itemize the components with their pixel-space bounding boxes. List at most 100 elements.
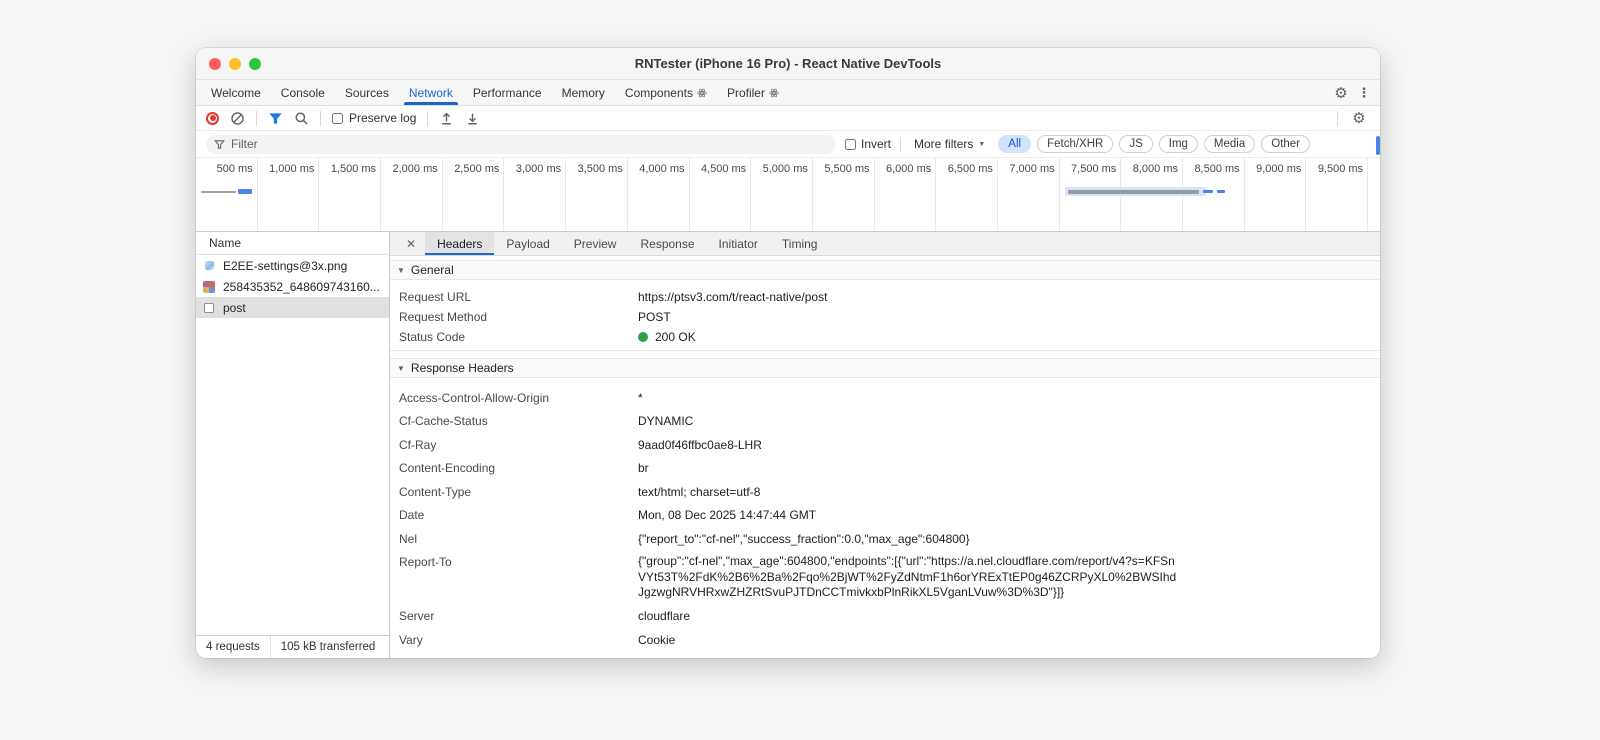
resource-type-chip[interactable]: Other (1261, 135, 1311, 153)
detail-tab[interactable]: Preview (562, 232, 629, 255)
toolbar-divider (1337, 110, 1338, 126)
timeline-tick: 2,500 ms (443, 158, 505, 231)
section-divider (390, 350, 1380, 351)
detail-tabs: Headers Payload Preview Response Initiator Ti… (425, 232, 829, 255)
detail-tab[interactable]: Payload (494, 232, 561, 255)
resource-type-chip[interactable]: JS (1119, 135, 1153, 153)
detail-tab[interactable]: Timing (770, 232, 830, 255)
headers-view: ▼ General Request URL https://ptsv3.com/… (390, 256, 1380, 658)
export-har-icon[interactable] (465, 111, 480, 126)
general-section-header[interactable]: ▼ General (390, 260, 1380, 280)
waterfall-bar-early-download[interactable] (238, 189, 252, 194)
detail-tab[interactable]: Headers (425, 232, 495, 255)
close-detail-icon[interactable]: ✕ (397, 232, 425, 255)
response-headers-section-header[interactable]: ▼ Response Headers (390, 358, 1380, 378)
waterfall-bar-late[interactable] (1068, 189, 1199, 194)
network-settings-gear-icon[interactable]: ⚙ (1348, 108, 1370, 128)
resource-type-chip[interactable]: All (998, 135, 1032, 153)
header-row: Cf-Ray 9aad0f46ffbc0ae8-LHR (399, 437, 762, 452)
header-row: Content-Encoding br (399, 461, 649, 475)
settings-gear-icon[interactable]: ⚙ (1330, 83, 1352, 103)
invert-label: Invert (861, 137, 892, 151)
detail-tab[interactable]: Response (628, 232, 706, 255)
timeline-tick: 6,500 ms (936, 158, 998, 231)
waterfall-bar-early[interactable] (201, 190, 236, 193)
main-tab[interactable]: Sources (335, 80, 399, 105)
titlebar: RNTester (iPhone 16 Pro) - React Native … (196, 48, 1380, 80)
detail-tab[interactable]: Initiator (707, 232, 770, 255)
request-row[interactable]: post (196, 297, 389, 318)
header-row: Report-To {"group":"cf-nel","max_age":60… (399, 554, 1177, 600)
record-network-log-button[interactable] (206, 111, 219, 125)
main-tab[interactable]: Memory (552, 80, 615, 105)
waterfall-bar-late-download-end[interactable] (1217, 189, 1225, 193)
timeline-tick: 4,500 ms (690, 158, 752, 231)
timeline-tick: 1,000 ms (258, 158, 320, 231)
requests-panel: Name E2EE-settings@3x.png 258435352_6486… (196, 232, 390, 658)
header-row: Access-Control-Allow-Origin * (399, 390, 643, 405)
timeline-tick: 3,500 ms (566, 158, 628, 231)
timeline-tick: 9,500 ms (1306, 158, 1369, 231)
network-status-bar: 4 requests 105 kB transferred (196, 635, 389, 658)
main-tab[interactable]: Performance (463, 80, 552, 105)
more-filters-dropdown[interactable]: More filters ▼ (910, 137, 989, 151)
react-atom-icon (769, 88, 779, 97)
response-header-rows: Access-Control-Allow-Origin * Cf-Cache-S… (390, 386, 1380, 652)
header-row: Cf-Cache-Status DYNAMIC (399, 414, 694, 428)
toolbar-divider (256, 110, 257, 126)
devtools-window: RNTester (iPhone 16 Pro) - React Native … (196, 48, 1380, 658)
more-menu-icon[interactable]: ⋮ (1356, 83, 1372, 103)
timeline-tick: 5,000 ms (751, 158, 813, 231)
disclosure-triangle-icon: ▼ (397, 265, 405, 275)
window-title: RNTester (iPhone 16 Pro) - React Native … (634, 56, 942, 71)
resource-type-chip[interactable]: Fetch/XHR (1037, 135, 1114, 153)
filter-input-funnel-icon (214, 139, 225, 149)
requests-list: E2EE-settings@3x.png 258435352_648609743… (196, 255, 389, 318)
main-tab[interactable]: Components (615, 80, 717, 105)
main-tab[interactable]: Console (271, 80, 335, 105)
main-tabbar: Welcome Console Sources Network Performa… (196, 80, 1380, 106)
status-ok-dot (638, 332, 648, 342)
filter-funnel-icon[interactable] (268, 111, 283, 126)
name-column-header[interactable]: Name (196, 232, 389, 255)
search-icon[interactable] (294, 111, 309, 126)
main-tab[interactable]: Profiler (717, 80, 789, 105)
preserve-log-label: Preserve log (349, 111, 417, 125)
timeline-tick: 2,000 ms (381, 158, 443, 231)
main-tabs: Welcome Console Sources Network Performa… (201, 80, 789, 105)
main-tab[interactable]: Network (399, 80, 463, 105)
request-count: 4 requests (206, 641, 260, 653)
filter-placeholder: Filter (231, 137, 258, 151)
react-atom-icon (697, 88, 707, 97)
resource-type-chips: All Fetch/XHR JS Img Media Other (998, 135, 1311, 153)
network-overview-timeline[interactable]: 500 ms 1,000 ms 1,500 ms 2,000 ms 2,500 ms 3,… (196, 158, 1380, 232)
import-har-icon[interactable] (439, 111, 454, 126)
waterfall-bar-late-download[interactable] (1203, 189, 1213, 193)
timeline-tick: 6,000 ms (875, 158, 937, 231)
resource-type-chip[interactable]: Img (1158, 135, 1198, 153)
chevron-down-icon: ▼ (978, 140, 986, 148)
network-toolbar-right: ⚙ (1337, 108, 1370, 128)
timeline-tick: 3,000 ms (504, 158, 567, 231)
filter-input[interactable]: Filter (206, 134, 836, 154)
timeline-tick: 500 ms (196, 158, 258, 231)
request-row[interactable]: 258435352_648609743160... (196, 276, 389, 297)
filter-divider (900, 136, 902, 152)
preserve-log-checkbox[interactable] (332, 112, 343, 124)
request-row[interactable]: E2EE-settings@3x.png (196, 255, 389, 276)
main-tab[interactable]: Welcome (201, 80, 271, 105)
clear-network-log-icon[interactable] (230, 111, 245, 126)
timeline-tick: 1,500 ms (319, 158, 382, 231)
header-row: Request Method POST (399, 310, 671, 324)
scrollbar-thumb[interactable] (1376, 136, 1380, 155)
detail-tabbar: ✕ Headers Payload Preview Response Initiator… (390, 232, 1380, 256)
timeline-tick: 5,500 ms (813, 158, 875, 231)
network-toolbar: Preserve log ⚙ (196, 106, 1380, 131)
timeline-tick: 9,000 ms (1245, 158, 1307, 231)
invert-checkbox[interactable] (845, 138, 856, 150)
header-row: Vary Cookie (399, 632, 676, 647)
timeline-tick: 7,000 ms (998, 158, 1060, 231)
resource-type-chip[interactable]: Media (1203, 135, 1256, 153)
general-rows: Request URL https://ptsv3.com/t/react-na… (390, 287, 1380, 347)
tabbar-actions: ⚙ ⋮ (1330, 80, 1380, 105)
